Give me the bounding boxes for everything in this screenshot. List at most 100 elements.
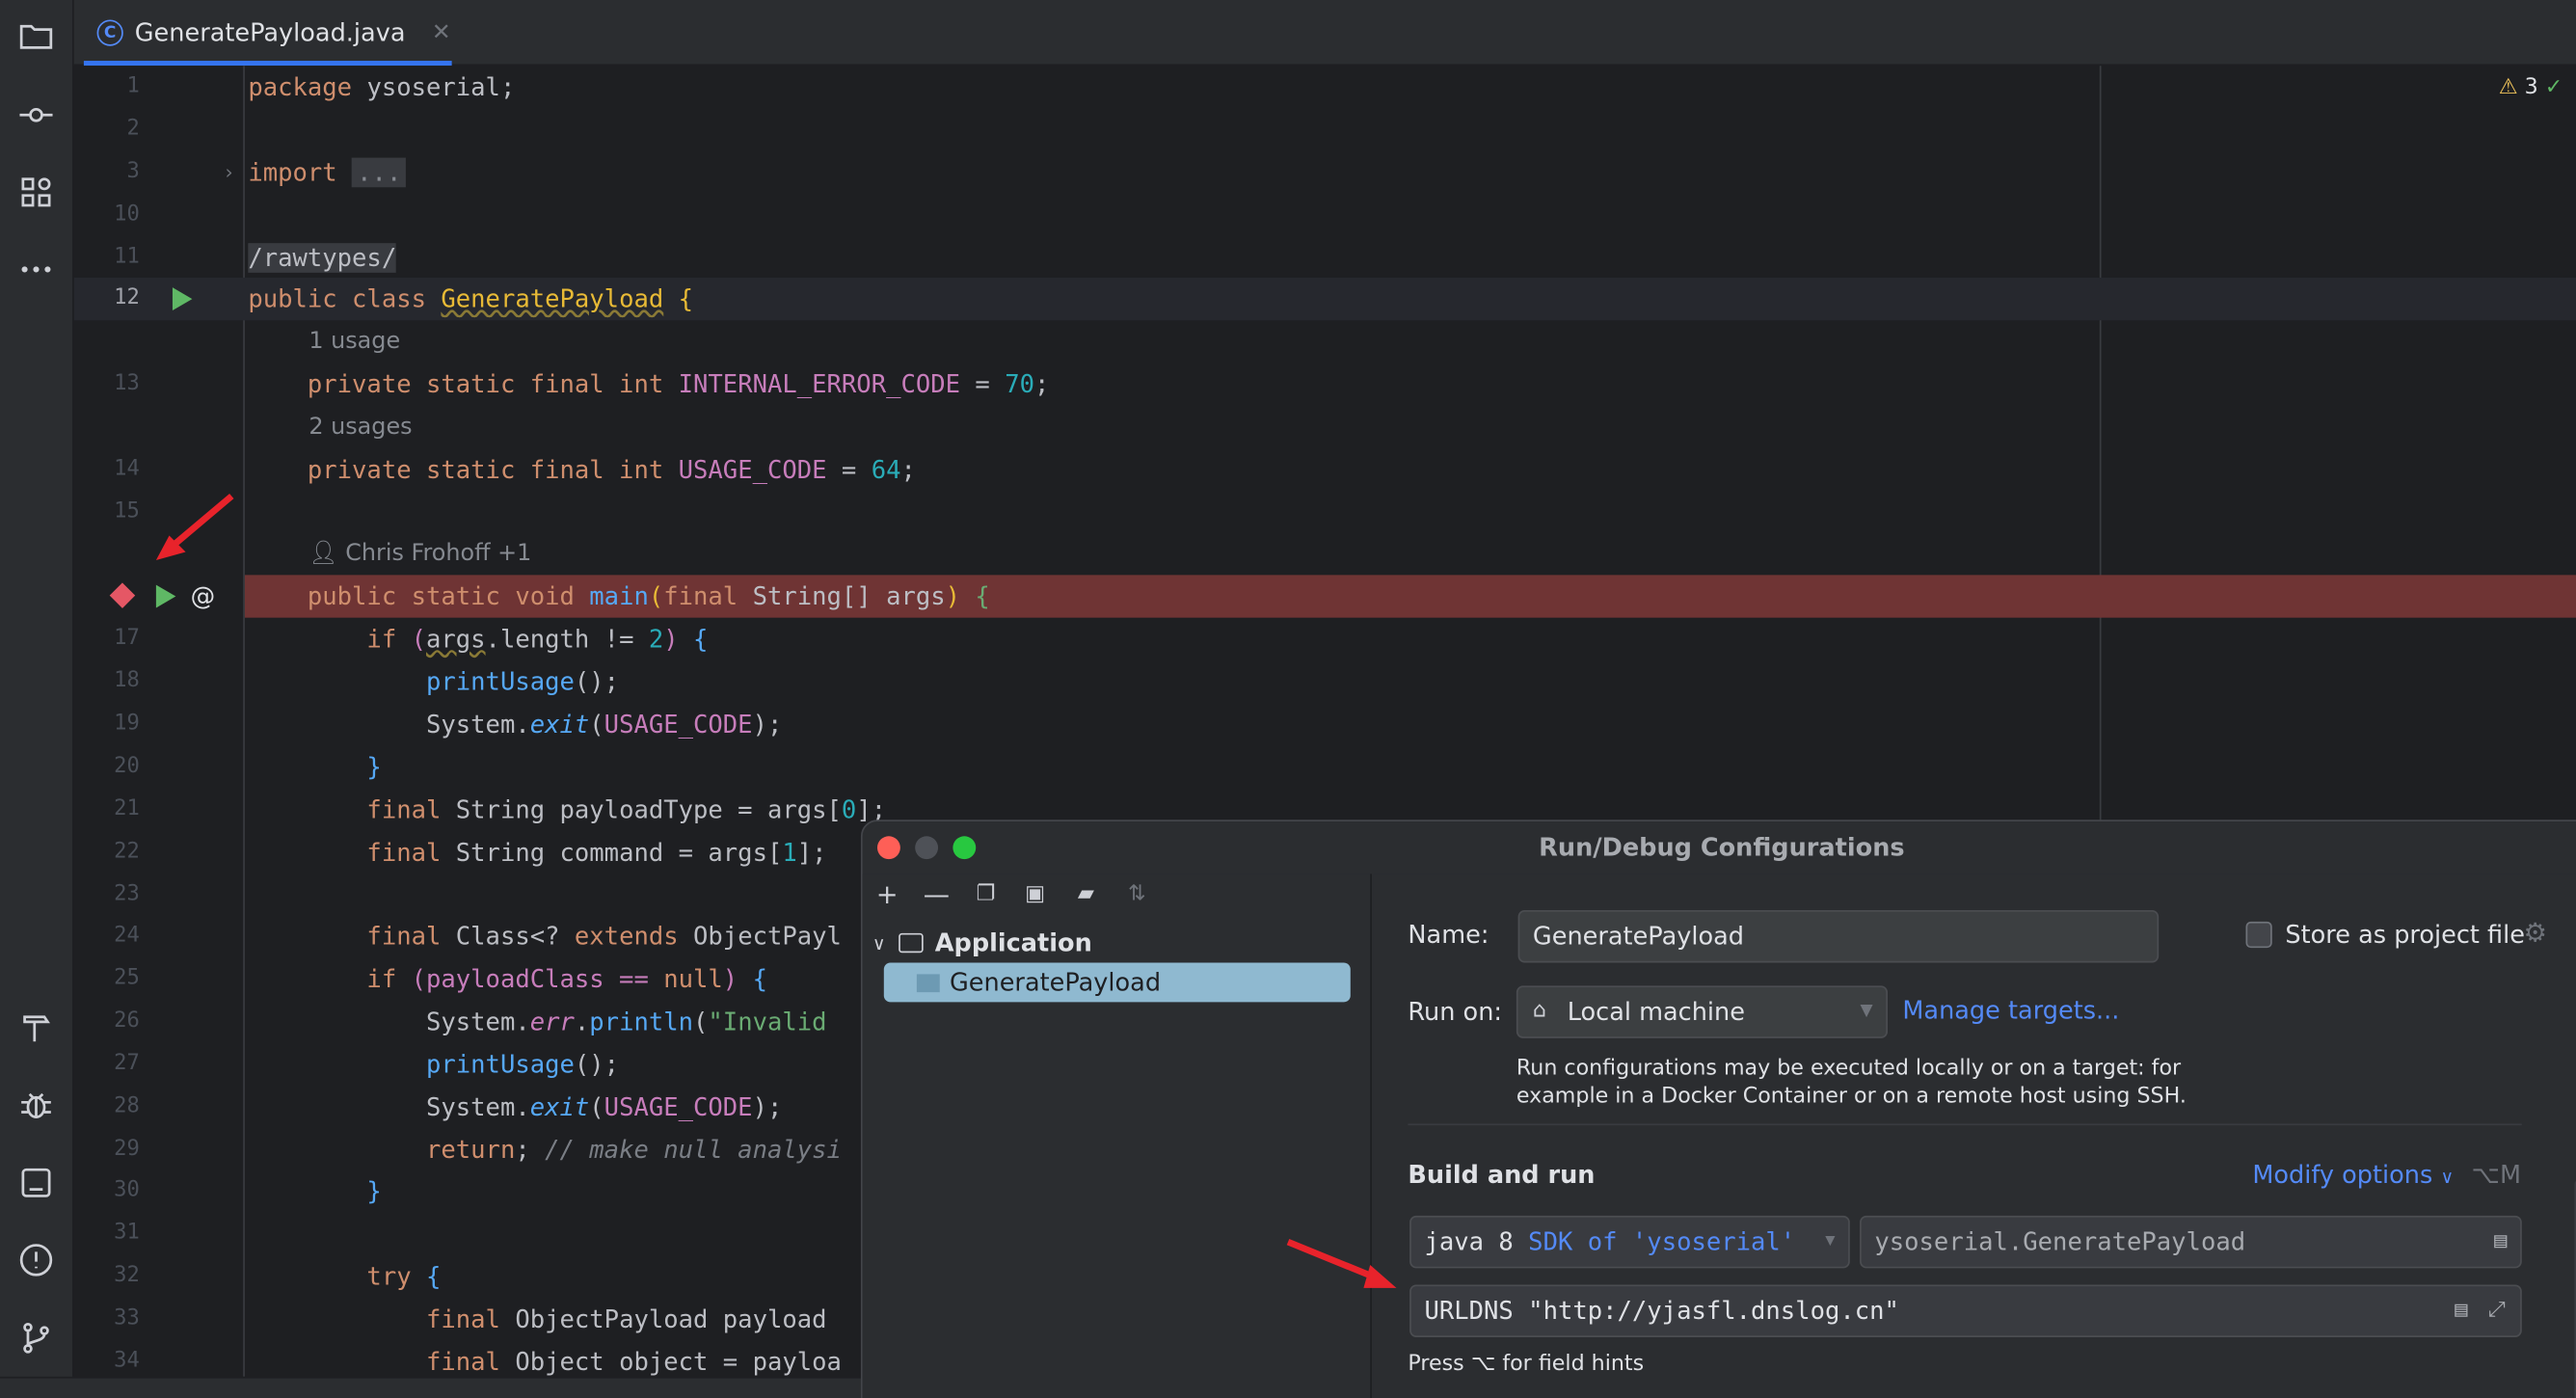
line-number: 22 [114, 839, 140, 865]
line-number: 10 [114, 202, 140, 228]
line-number: 21 [114, 796, 140, 821]
remove-icon[interactable]: — [922, 879, 952, 910]
java-class-icon: C [96, 19, 123, 46]
add-icon[interactable]: + [872, 879, 902, 910]
code-line: /rawtypes/ [248, 243, 397, 273]
tree-group-application[interactable]: ∨ Application [872, 924, 1092, 963]
browse-icon[interactable]: ▤ [2494, 1218, 2507, 1267]
line-number: 1 [126, 73, 140, 99]
copy-icon[interactable]: ❐ [971, 880, 1001, 910]
more-icon[interactable] [13, 247, 60, 293]
line-number: 25 [114, 965, 140, 991]
problems-icon[interactable] [13, 1237, 60, 1283]
configuration-tree-panel: + — ❐ ▣ ▰ ⇅ ∨ Application GeneratePayloa… [862, 874, 1372, 1398]
code-line: public class GeneratePayload { [248, 283, 694, 314]
sort-icon[interactable]: ⇅ [1122, 880, 1152, 910]
line-number: 20 [114, 754, 140, 779]
line-number: 15 [114, 498, 140, 524]
chevron-down-icon: ▼ [1860, 1002, 1873, 1021]
code-line: package ysoserial; [248, 71, 516, 102]
build-hammer-icon[interactable] [13, 1006, 60, 1052]
terminal-icon[interactable] [13, 1160, 60, 1206]
activity-bar [0, 0, 74, 1398]
build-and-run-heading: Build and run [1408, 1159, 1596, 1190]
code-line: System.exit(USAGE_CODE); [248, 710, 783, 739]
fold-chevron-icon[interactable]: › [225, 151, 232, 194]
line-number: 3 [126, 159, 140, 184]
macro-icon[interactable]: ▤ [2455, 1286, 2467, 1335]
line-number: 13 [114, 371, 140, 396]
line-number: 19 [114, 711, 140, 737]
store-as-project-label: Store as project file [2285, 920, 2525, 950]
editor-tab-bar: C GeneratePayload.java ✕ [73, 0, 2576, 67]
usage-hint[interactable]: 1 usage [309, 320, 400, 363]
line-number: 28 [114, 1093, 140, 1119]
line-number: 30 [114, 1177, 140, 1203]
name-label: Name: [1408, 920, 1489, 950]
tab-label: GeneratePayload.java [134, 17, 406, 48]
run-on-dropdown[interactable]: ⌂ Local machine ▼ [1516, 985, 1889, 1038]
gear-icon[interactable]: ⚙ [2523, 917, 2546, 948]
structure-icon[interactable] [13, 170, 60, 216]
expand-icon[interactable]: ⤢ [2488, 1286, 2506, 1335]
override-at-icon[interactable]: @ [191, 575, 216, 617]
close-icon[interactable]: ✕ [432, 19, 451, 45]
main-class-input[interactable]: ysoserial.GeneratePayload ▤ [1860, 1215, 2522, 1269]
usage-hint[interactable]: 2 usages [309, 406, 412, 448]
folded-imports[interactable]: ... [352, 157, 407, 188]
code-line: } [248, 752, 382, 783]
line-number: 34 [114, 1348, 140, 1374]
manage-targets-link[interactable]: Manage targets... [1902, 996, 2119, 1026]
line-number: 24 [114, 923, 140, 949]
line-number: 29 [114, 1137, 140, 1162]
line-number: 12 [114, 285, 140, 311]
program-arguments-input[interactable]: URLDNS "http://yjasfl.dnslog.cn" ▤ ⤢ [1409, 1284, 2522, 1337]
run-main-icon[interactable] [155, 584, 176, 608]
code-line: private static final int USAGE_CODE = 64… [248, 454, 916, 485]
run-on-label: Run on: [1408, 997, 1503, 1027]
field-hint-text: Press ⌥ for field hints [1408, 1352, 1645, 1377]
red-annotation-arrow [1286, 1238, 1397, 1288]
code-line: if (args.length != 2) { [248, 624, 709, 655]
commit-icon[interactable] [13, 92, 60, 138]
name-input[interactable]: GeneratePayload [1517, 909, 2160, 963]
line-number: 14 [114, 456, 140, 482]
line-number: 31 [114, 1220, 140, 1246]
project-folder-icon[interactable] [13, 13, 60, 60]
debug-bug-icon[interactable] [13, 1083, 60, 1129]
line-number: 2 [126, 116, 140, 142]
tree-item-generatepayload[interactable]: GeneratePayload [883, 962, 1351, 1003]
run-on-hint-line2: example in a Docker Container or on a re… [1516, 1084, 2187, 1110]
jre-dropdown[interactable]: java 8 SDK of 'ysoserial' ▼ [1409, 1215, 1850, 1269]
git-branch-icon[interactable] [13, 1314, 60, 1360]
store-as-project-checkbox[interactable] [2245, 921, 2272, 949]
line-number: 33 [114, 1305, 140, 1331]
tab-generatepayload[interactable]: C GeneratePayload.java ✕ [83, 0, 518, 67]
section-divider [1408, 1123, 2522, 1126]
code-line: import ... [248, 151, 2576, 194]
code-line: printUsage(); [248, 666, 620, 697]
line-number: 32 [114, 1263, 140, 1288]
chevron-down-icon: ∨ [2440, 1166, 2455, 1188]
chevron-down-icon: ∨ [872, 931, 886, 954]
line-number: 11 [114, 244, 140, 270]
run-class-icon[interactable] [172, 287, 193, 311]
home-icon: ⌂ [1532, 998, 1547, 1024]
code-line: public static void main(final String[] a… [248, 581, 990, 611]
application-icon [899, 932, 924, 954]
line-number: 23 [114, 881, 140, 907]
red-annotation-arrow [155, 493, 234, 561]
run-debug-configurations-dialog: Run/Debug Configurations + — ❐ ▣ ▰ ⇅ ∨ A… [860, 820, 2576, 1398]
line-number: 26 [114, 1008, 140, 1034]
person-icon: 👤︎ [309, 540, 346, 567]
author-hint[interactable]: 👤︎ Chris Frohoff +1 [309, 532, 531, 575]
line-number: 17 [114, 626, 140, 651]
configuration-form: Name: GeneratePayload Store as project f… [1373, 874, 2576, 1398]
dialog-title: Run/Debug Configurations [1539, 832, 1905, 863]
breakpoint-icon[interactable] [109, 582, 136, 608]
new-folder-icon[interactable]: ▰ [1071, 880, 1101, 910]
modify-options-link[interactable]: Modify options ∨ ⌥M [2252, 1160, 2521, 1190]
save-icon[interactable]: ▣ [1020, 880, 1050, 910]
line-number: 27 [114, 1051, 140, 1077]
application-config-icon [916, 973, 940, 992]
